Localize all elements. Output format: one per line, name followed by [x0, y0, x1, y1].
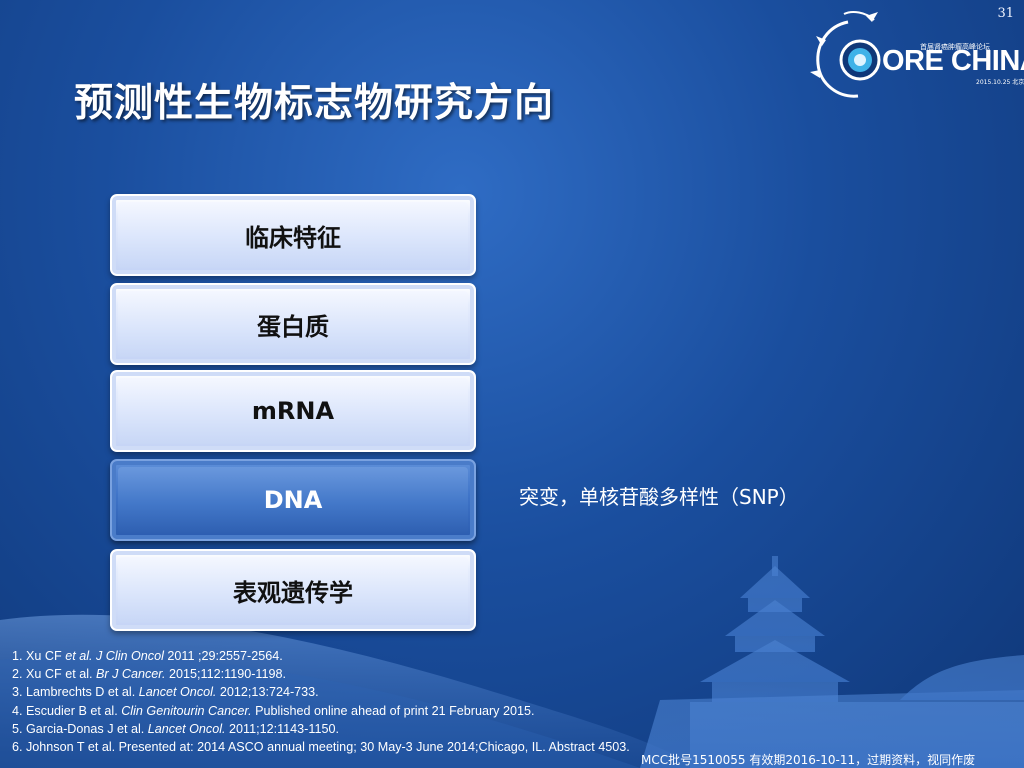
logo-main-text: ORE CHINA: [882, 45, 1024, 77]
card-label: 蛋白质: [257, 312, 329, 341]
reference-item: 6. Johnson T et al. Presented at: 2014 A…: [12, 740, 630, 755]
card-epigenetics[interactable]: 表观遗传学: [110, 549, 476, 631]
card-dna[interactable]: DNA: [110, 459, 476, 541]
temple-silhouette: [640, 556, 1024, 768]
card-label: 表观遗传学: [233, 578, 353, 607]
dna-annotation: 突变，单核苷酸多样性（SNP）: [519, 485, 799, 509]
logo-date: 2015.10.25 北京: [976, 79, 1024, 86]
reference-item: 1. Xu CF et al. J Clin Oncol 2011 ;29:25…: [12, 649, 283, 663]
reference-item: 2. Xu CF et al. Br J Cancer. 2015;112:11…: [12, 667, 286, 682]
reference-item: 3. Lambrechts D et al. Lancet Oncol. 201…: [12, 685, 319, 700]
footer-disclaimer: MCC批号1510055 有效期2016-10-11，过期资料，视同作废: [641, 753, 976, 767]
reference-list: 1. Xu CF et al. J Clin Oncol 2011 ;29:25…: [12, 647, 630, 756]
slide-title: 预测性生物标志物研究方向: [74, 81, 555, 126]
reference-item: 5. Garcia-Donas J et al. Lancet Oncol. 2…: [12, 721, 339, 736]
card-label: mRNA: [251, 397, 335, 425]
card-label: 临床特征: [245, 223, 341, 252]
card-clinical-features[interactable]: 临床特征: [110, 194, 476, 276]
reference-item: 4. Escudier B et al. Clin Genitourin Can…: [12, 703, 535, 718]
card-label: DNA: [263, 486, 323, 514]
card-mrna[interactable]: mRNA: [110, 370, 476, 452]
card-protein[interactable]: 蛋白质: [110, 283, 476, 365]
